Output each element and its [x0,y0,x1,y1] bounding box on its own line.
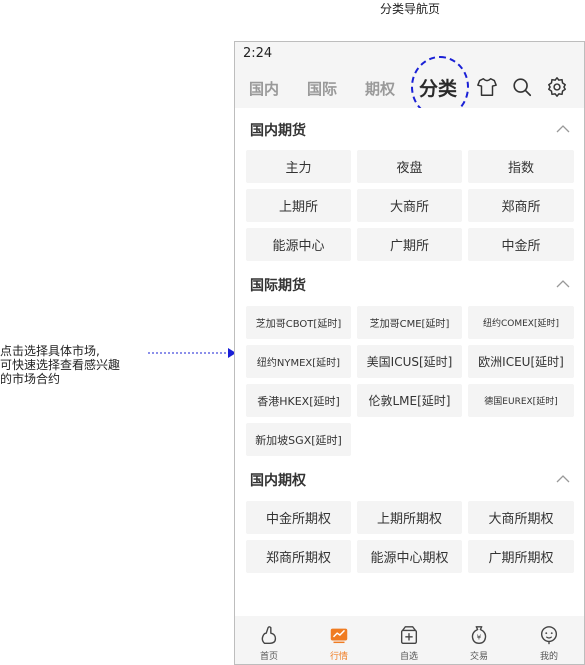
category-button[interactable]: 夜盘 [357,150,462,183]
category-button[interactable]: 中金所 [468,228,574,261]
tab-domestic[interactable]: 国内 [249,78,279,99]
category-button[interactable]: 郑商所期权 [246,540,351,573]
tabbar-label: 首页 [259,652,278,662]
category-content: 国内期货 主力 夜盘 指数 上期所 大商所 郑商所 能源中心 广期所 中金所 国… [235,108,584,616]
market-chart-icon [330,628,348,644]
tabbar-label: 行情 [329,652,348,662]
category-button[interactable]: 伦敦LME[延时] [357,384,462,417]
category-button[interactable]: 纽约COMEX[延时] [468,306,574,339]
status-time: 2:24 [243,46,273,61]
annotation-line: 可快速选择查看感兴趣 [0,358,121,372]
svg-text:¥: ¥ [477,633,482,642]
home-icon [261,626,277,644]
category-button[interactable]: 指数 [468,150,574,183]
section-title-international-futures: 国际期货 [250,278,306,294]
category-button[interactable]: 上期所期权 [357,501,462,534]
category-button[interactable]: 郑商所 [468,189,574,222]
annotation-line: 的市场合约 [0,372,61,386]
category-button[interactable]: 德国EUREX[延时] [468,384,574,417]
phone-screen: 2:24 国内 国际 期权 分类 国内期货 主力 夜盘 指数 上期所 大商所 郑… [234,41,585,665]
settings-icon[interactable] [546,76,568,98]
category-button[interactable]: 大商所 [357,189,462,222]
chevron-up-icon[interactable] [556,279,570,289]
category-button[interactable]: 广期所期权 [468,540,574,573]
category-button[interactable]: 芝加哥CBOT[延时] [246,306,351,339]
category-button[interactable]: 香港HKEX[延时] [246,384,351,417]
category-button[interactable]: 中金所期权 [246,501,351,534]
section-title-domestic-options: 国内期权 [250,473,306,489]
tabbar-item-trade[interactable]: ¥ 交易 [449,624,509,662]
annotation-arrow [148,348,236,358]
tabbar-label: 我的 [539,652,558,662]
tabbar-item-home[interactable]: 首页 [239,624,299,662]
section-title-domestic-futures: 国内期货 [250,123,306,139]
tab-international[interactable]: 国际 [307,78,337,99]
tabbar-item-watchlist[interactable]: 自选 [379,624,439,662]
category-button[interactable]: 上期所 [246,189,351,222]
category-button[interactable]: 能源中心 [246,228,351,261]
page-caption: 分类导航页 [379,2,440,16]
annotation-note: 点击选择具体市场, 可快速选择查看感兴趣 的市场合约 [0,344,150,386]
search-icon[interactable] [511,76,533,98]
tabbar-label: 自选 [399,652,418,662]
category-button[interactable]: 大商所期权 [468,501,574,534]
category-button[interactable]: 芝加哥CME[延时] [357,306,462,339]
category-button[interactable]: 纽约NYMEX[延时] [246,345,351,378]
profile-icon [540,626,558,645]
tabbar-item-market[interactable]: 行情 [309,624,369,662]
category-button[interactable]: 能源中心期权 [357,540,462,573]
chevron-up-icon[interactable] [556,474,570,484]
bottom-tab-bar: 首页 行情 自选 ¥ 交易 我的 [235,616,584,664]
chevron-up-icon[interactable] [556,124,570,134]
tab-options[interactable]: 期权 [365,78,395,99]
tabbar-item-me[interactable]: 我的 [519,624,579,662]
category-button[interactable]: 新加坡SGX[延时] [246,423,351,456]
category-button[interactable]: 广期所 [357,228,462,261]
category-button[interactable]: 欧洲ICEU[延时] [468,345,574,378]
top-nav: 国内 国际 期权 分类 [235,72,584,106]
category-button[interactable]: 美国ICUS[延时] [357,345,462,378]
money-bag-icon: ¥ [471,626,487,644]
watchlist-icon [400,626,418,644]
tabbar-label: 交易 [469,652,488,662]
annotation-line: 点击选择具体市场, [0,344,100,358]
shirt-icon[interactable] [476,76,498,98]
category-button[interactable]: 主力 [246,150,351,183]
